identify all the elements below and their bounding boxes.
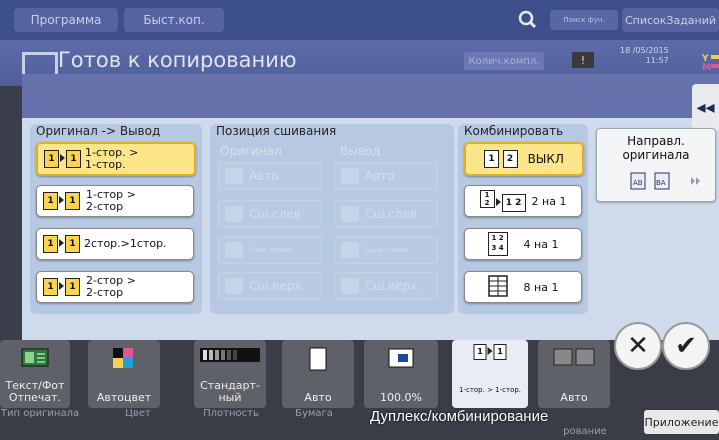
tile-density[interactable]: Стандарт-ный [194,340,266,408]
svg-text:AB: AB [633,179,643,187]
tile-label: Стандарт-ный [200,379,260,404]
tile-zoom[interactable]: 100.0% [364,340,438,408]
warning-icon[interactable]: ! [572,52,594,68]
binding-original-right: Сшив. справа [218,236,322,264]
option-label: 1-стор >2-стор [86,188,136,213]
tile-paper[interactable]: Авто [282,340,354,408]
combine-2in1-label: 2 на 1 [531,194,567,208]
finishing-icon [552,346,596,371]
status-title: Готов к копированию [58,48,297,72]
option-1side-1side[interactable]: 11 1-стор. >1-стор. [36,142,196,176]
cancel-button[interactable]: ✕ [614,322,662,370]
date-text: 18 /05/2015 [620,46,669,55]
original-output-title: Оригинал -> Вывод [36,124,161,138]
combine-4in1-icon: 1 23 4 [487,232,508,256]
tile-label: Автоцвет [96,391,152,404]
combine-2in1-icon: 121 2 [479,190,526,212]
caption-color: Цвет [125,408,151,419]
combine-off-icon: 1 2 [484,150,518,168]
binding-position-title: Позиция сшивания [216,124,337,138]
current-function-label: Дуплекс/комбинирование [370,408,549,425]
svg-text:M: M [702,63,711,70]
binding-original-left: Сш.слев [218,200,322,228]
copies-button[interactable]: Колич.компл. [464,52,544,70]
combine-4in1-label: 4 на 1 [523,237,559,251]
binding-output-top: Сш.верх [334,272,438,300]
combine-off[interactable]: 1 2 ВЫКЛ [464,142,584,176]
density-icon [200,346,260,367]
direction-label: Направл. оригинала [622,134,690,162]
option-label: 2стор.>1стор. [84,237,167,250]
option-2side-1side[interactable]: 11 2стор.>1стор. [36,228,194,260]
caption-paper: Бумага [295,408,333,419]
color-icon [109,346,139,373]
combine-8in1-label: 8 на 1 [523,280,559,294]
caption-original-type: Тип оригинала [0,408,80,419]
binding-output-right: Сшив. справа [334,236,438,264]
program-button[interactable]: Программа [14,8,118,32]
combine-4in1[interactable]: 1 23 4 4 на 1 [464,228,582,260]
text-photo-icon [20,346,50,371]
toner-icon: YM [701,52,719,73]
2side-2side-icon: 11 [43,278,80,296]
collapse-panel-button[interactable]: ◂◂ [692,84,719,130]
combine-8in1[interactable]: 8 на 1 [464,271,582,303]
ok-button[interactable]: ✔ [662,322,710,370]
binding-output-auto: Авто [334,162,438,190]
option-2side-2side[interactable]: 11 2-стор >2-стор [36,271,194,303]
tile-label: Текст/Фот Отпечат. [5,379,65,404]
2side-1side-icon: 11 [43,235,80,253]
search-icon[interactable] [512,9,546,31]
caption-density: Плотность [203,408,259,419]
tile-original-type[interactable]: Текст/Фот Отпечат. [0,340,70,408]
job-list-button[interactable]: СписокЗаданий [622,8,719,32]
tile-duplex-combine[interactable]: 11 1-стор. > 1-стор. [452,340,528,408]
panel-header [22,74,719,119]
search-function-button[interactable]: Поиск фун. [550,10,618,30]
combine-8in1-icon [487,274,508,300]
quick-copy-button[interactable]: Быст.коп. [124,8,224,32]
option-label: 1-стор. >1-стор. [85,146,139,171]
tile-label: Авто [560,391,588,404]
binding-output-left: Сш.слев [334,200,438,228]
option-label: 2-стор >2-стор [86,274,136,299]
applications-button[interactable]: Приложение [644,410,719,434]
binding-original-auto: Авто [218,162,322,190]
paper-icon [306,346,330,375]
tile-color[interactable]: Автоцвет [88,340,160,408]
binding-original-label: Оригинал [220,144,282,158]
svg-text:BA: BA [656,179,666,187]
tile-label: 100.0% [380,391,422,404]
caption-hidden: рование [563,426,607,437]
original-direction-button[interactable]: Направл. оригинала AB BA [596,128,716,202]
zoom-icon [386,346,416,373]
binding-original-top: Сш.верх [218,272,322,300]
tile-label: Авто [304,391,332,404]
1side-2side-icon: 11 [43,192,80,210]
combine-title: Комбинировать [464,124,564,138]
duplex-icon: 11 [473,344,507,360]
tile-finishing[interactable]: Авто [538,340,610,408]
option-1side-2side[interactable]: 11 1-стор >2-стор [36,185,194,217]
tile-label: 1-стор. > 1-стор. [458,386,522,394]
combine-off-label: ВЫКЛ [527,152,564,166]
date-time: 18 /05/2015 11:57 [620,46,669,66]
1side-1side-icon: 11 [44,150,81,168]
binding-output-label: Вывод [340,144,381,158]
combine-2in1[interactable]: 121 2 2 на 1 [464,185,582,217]
direction-icons: AB BA [629,171,709,195]
time-text: 11:57 [645,56,669,65]
